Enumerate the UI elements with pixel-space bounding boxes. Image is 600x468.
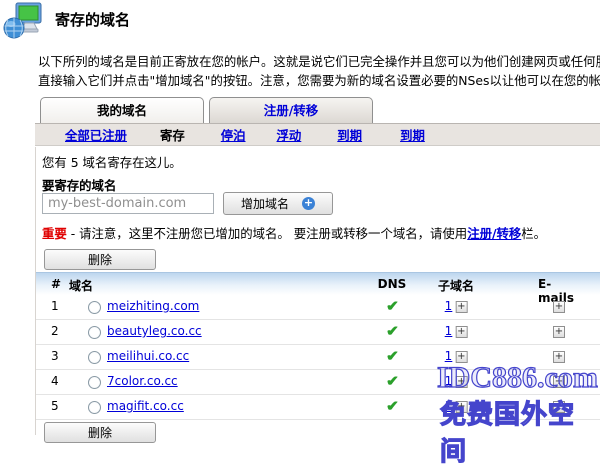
subnav-item-expiring-1[interactable]: 到期 [337, 126, 362, 144]
domain-link[interactable]: meizhiting.com [107, 299, 199, 313]
subnav-bar: 全部已注册 寄存 停泊 浮动 到期 到期 [35, 123, 600, 146]
domain-radio-button[interactable] [88, 326, 101, 339]
row-number: 1 [51, 299, 59, 313]
subnav-item-parking[interactable]: 停泊 [221, 126, 246, 144]
header-dns: DNS [378, 277, 407, 291]
domain-link[interactable]: meilihui.co.cc [107, 349, 189, 363]
dns-ok-check-icon: ✔ [386, 374, 399, 389]
dns-ok-check-icon: ✔ [386, 299, 399, 314]
add-email-icon[interactable]: + [553, 301, 565, 313]
domain-count-summary: 您有 5 域名寄存在这儿。 [42, 153, 182, 171]
domain-radio-button[interactable] [88, 401, 101, 414]
header-subdomains: 子域名 [438, 277, 474, 294]
add-subdomain-icon[interactable]: + [455, 401, 467, 413]
table-row: 1 meizhiting.com ✔ 1+ + [36, 295, 600, 320]
add-email-icon[interactable]: + [553, 351, 565, 363]
tab-register-transfer[interactable]: 注册/转移 [209, 97, 373, 123]
delete-button-bottom[interactable]: 删除 [44, 422, 156, 443]
header-domain: 域名 [69, 277, 93, 294]
domain-table-header: # 域名 DNS 子域名 E-mails [36, 272, 600, 295]
table-row: 5 magifit.co.cc ✔ 1+ + [36, 395, 600, 420]
important-notice: 重要 - 请注意，这里不注册您已增加的域名。 要注册或转移一个域名，请使用注册/… [42, 224, 546, 242]
content-panel: 您有 5 域名寄存在这儿。 要寄存的域名 增加域名 + 重要 - 请注意，这里不… [35, 147, 600, 435]
row-number: 3 [51, 349, 59, 363]
table-row: 2 beautyleg.co.cc ✔ 1+ + [36, 320, 600, 345]
plus-circle-icon: + [302, 197, 315, 210]
domain-link[interactable]: 7color.co.cc [107, 374, 178, 388]
add-domain-label: 要寄存的域名 [42, 176, 116, 194]
page-description: 以下所列的域名是目前正寄放在您的帐户。这就是说它们已完全操作并且您可以为他们创建… [38, 52, 600, 90]
page-title: 寄存的域名 [55, 9, 130, 30]
add-email-icon[interactable]: + [553, 401, 565, 413]
description-line-1: 以下所列的域名是目前正寄放在您的帐户。这就是说它们已完全操作并且您可以为他们创建… [38, 52, 600, 71]
domain-table-body: 1 meizhiting.com ✔ 1+ + 2 beautyleg.co.c… [36, 295, 600, 420]
tab-bar: 我的域名 注册/转移 [40, 97, 373, 123]
subnav-item-parked-current[interactable]: 寄存 [160, 126, 185, 144]
row-number: 5 [51, 399, 59, 413]
add-email-icon[interactable]: + [553, 326, 565, 338]
subdomain-count-link[interactable]: 1 [445, 299, 453, 313]
description-line-2: 直接输入它们并点击"增加域名"的按钮。注意，您需要为新的域名设置必要的NSes以… [38, 71, 600, 90]
subdomain-count-link[interactable]: 1 [445, 374, 453, 388]
table-row: 4 7color.co.cc ✔ 1+ + [36, 370, 600, 395]
subdomain-count-link[interactable]: 1 [445, 324, 453, 338]
dns-ok-check-icon: ✔ [386, 324, 399, 339]
domain-radio-button[interactable] [88, 376, 101, 389]
domain-radio-button[interactable] [88, 351, 101, 364]
subnav-item-all-registered[interactable]: 全部已注册 [65, 126, 127, 144]
add-subdomain-icon[interactable]: + [455, 351, 467, 363]
add-subdomain-icon[interactable]: + [455, 301, 467, 313]
dns-ok-check-icon: ✔ [386, 349, 399, 364]
domain-link[interactable]: beautyleg.co.cc [107, 324, 202, 338]
domain-link[interactable]: magifit.co.cc [107, 399, 184, 413]
add-email-icon[interactable]: + [553, 376, 565, 388]
notice-text-before: - 请注意，这里不注册您已增加的域名。 要注册或转移一个域名，请使用 [67, 226, 467, 241]
row-number: 4 [51, 374, 59, 388]
delete-button-top[interactable]: 删除 [44, 249, 156, 270]
subdomain-count-link[interactable]: 1 [445, 399, 453, 413]
register-transfer-link[interactable]: 注册/转移 [467, 226, 521, 241]
header-number: # [51, 277, 61, 291]
row-number: 2 [51, 324, 59, 338]
domain-table: # 域名 DNS 子域名 E-mails 1 meizhiting.com ✔ … [36, 272, 600, 420]
subdomain-count-link[interactable]: 1 [445, 349, 453, 363]
table-row: 3 meilihui.co.cc ✔ 1+ + [36, 345, 600, 370]
add-domain-button-label: 增加域名 [241, 195, 289, 212]
tab-my-domains[interactable]: 我的域名 [40, 97, 204, 123]
important-label: 重要 [42, 226, 67, 241]
dns-ok-check-icon: ✔ [386, 399, 399, 414]
notice-text-after: 栏。 [521, 226, 546, 241]
add-subdomain-icon[interactable]: + [455, 326, 467, 338]
domain-input[interactable] [42, 193, 214, 214]
parked-domains-icon [3, 2, 43, 42]
add-domain-button[interactable]: 增加域名 + [223, 192, 333, 215]
add-subdomain-icon[interactable]: + [455, 376, 467, 388]
subnav-item-expiring-2[interactable]: 到期 [400, 126, 425, 144]
domain-radio-button[interactable] [88, 301, 101, 314]
subnav-item-floating[interactable]: 浮动 [277, 126, 302, 144]
